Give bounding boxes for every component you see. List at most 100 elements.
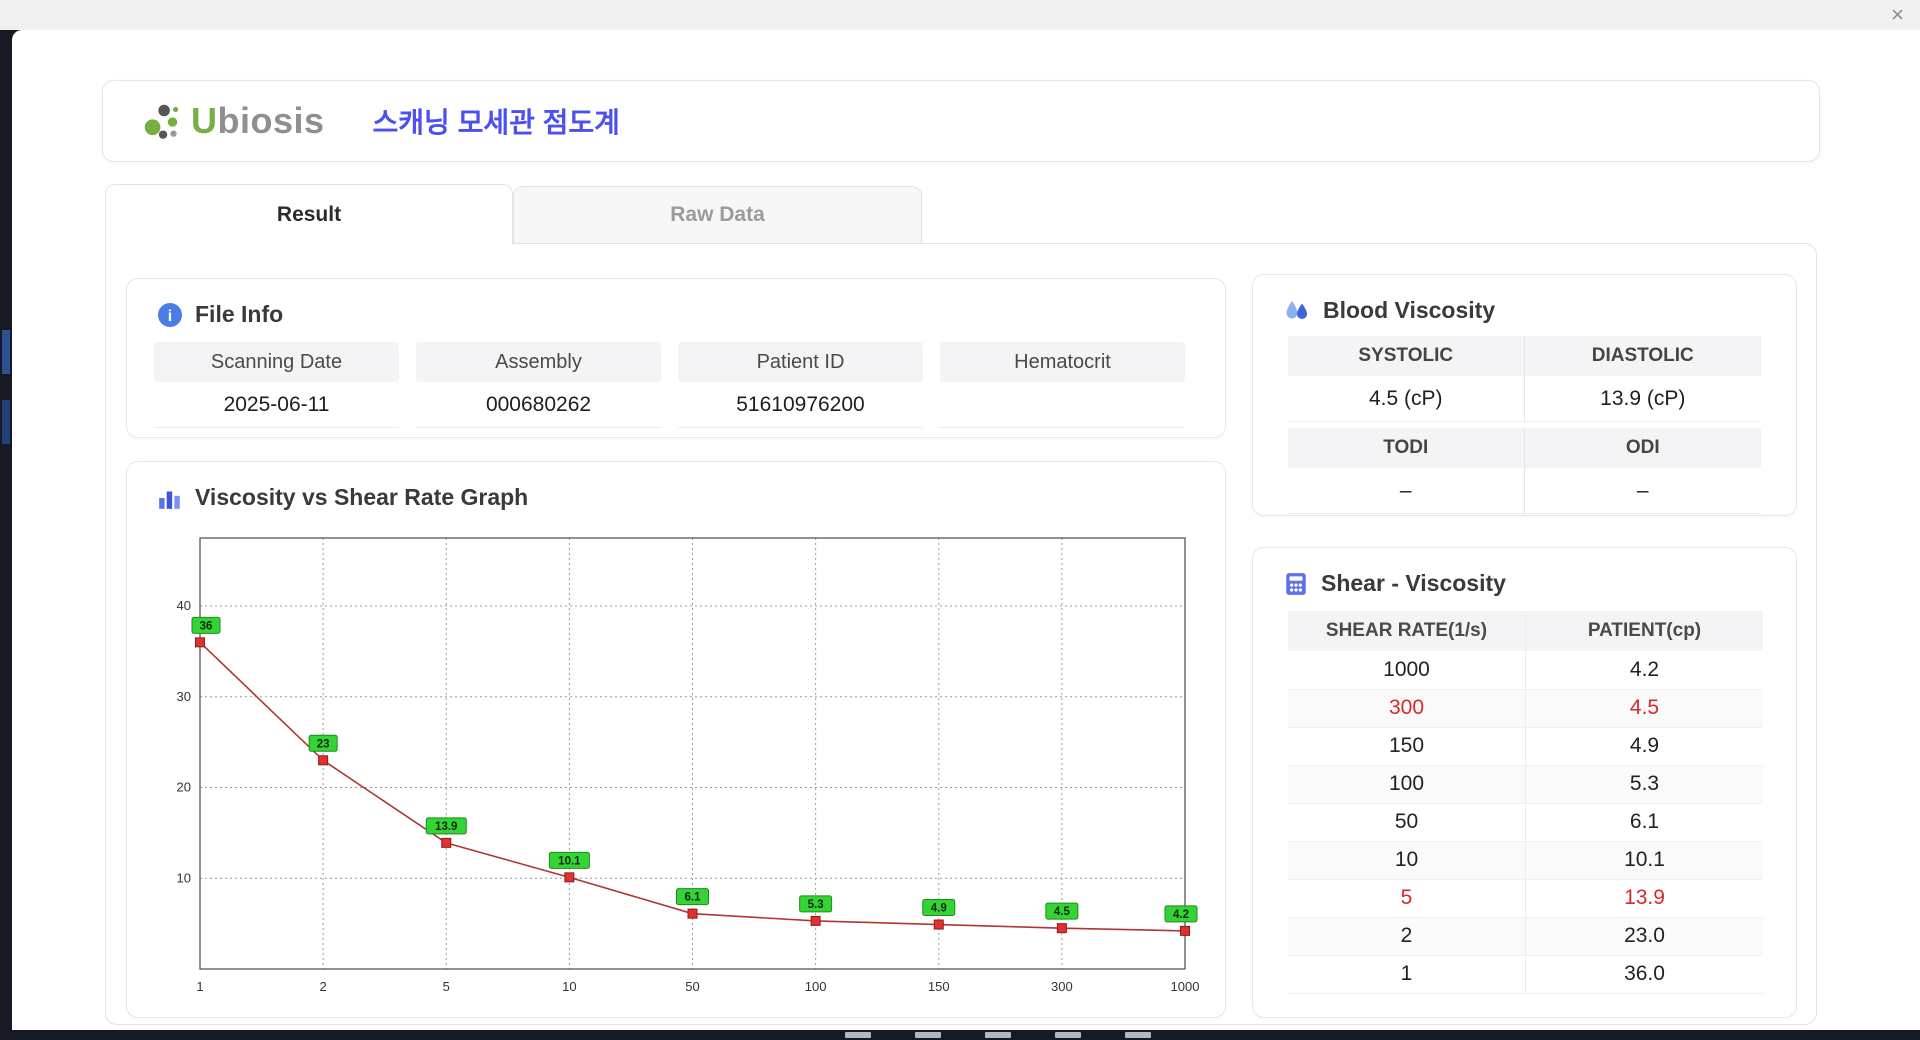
shear-rate-cell: 5 [1288, 879, 1526, 918]
shear-rate-cell: 2 [1288, 917, 1526, 956]
svg-text:10: 10 [562, 979, 576, 994]
todi-value: – [1288, 468, 1525, 514]
svg-text:6.1: 6.1 [685, 892, 702, 904]
field-scanning-date: Scanning Date 2025-06-11 [154, 342, 399, 428]
patient-viscosity-cell: 4.9 [1525, 727, 1763, 766]
field-patient-id: Patient ID 51610976200 [678, 342, 923, 428]
shear-table-row: 300 4.5 [1288, 689, 1763, 728]
shear-rate-cell: 150 [1288, 727, 1526, 766]
app-header: Ubiosis 스캐닝 모세관 점도계 [102, 80, 1820, 162]
bar-chart-icon [159, 491, 180, 509]
calculator-icon [1286, 572, 1306, 595]
shear-rate-cell: 10 [1288, 841, 1526, 880]
patient-viscosity-cell: 4.5 [1525, 689, 1763, 728]
svg-text:30: 30 [177, 689, 191, 704]
patient-viscosity-cell: 36.0 [1525, 955, 1763, 994]
shear-table-row: 2 23.0 [1288, 917, 1763, 956]
graph-title: Viscosity vs Shear Rate Graph [195, 484, 529, 510]
file-info-title: File Info [195, 301, 284, 327]
field-value: 000680262 [416, 382, 661, 428]
ubiosis-logo: Ubiosis [141, 100, 325, 142]
svg-text:2: 2 [320, 979, 327, 994]
taskbar-item [1055, 1032, 1081, 1038]
tab-result[interactable]: Result [105, 184, 513, 244]
logo-wordmark: Ubiosis [191, 100, 325, 141]
svg-text:40: 40 [177, 598, 191, 613]
field-hematocrit: Hematocrit [940, 342, 1185, 428]
svg-text:10.1: 10.1 [558, 855, 581, 867]
shear-rate-cell: 1000 [1288, 651, 1526, 690]
shear-rate-cell: 100 [1288, 765, 1526, 804]
svg-text:1000: 1000 [1171, 979, 1199, 994]
viscosity-graph-card: Viscosity vs Shear Rate Graph 10 20 30 40 1 2… [126, 461, 1226, 1018]
svg-text:4.5: 4.5 [1054, 906, 1071, 918]
taskbar-item [915, 1032, 941, 1038]
shear-table-row: 50 6.1 [1288, 803, 1763, 842]
svg-text:i: i [168, 308, 172, 325]
svg-text:36: 36 [200, 620, 213, 632]
patient-viscosity-cell: 13.9 [1525, 879, 1763, 918]
patient-viscosity-cell: 10.1 [1525, 841, 1763, 880]
window-title-strip: × [0, 0, 1920, 30]
field-label: Patient ID [678, 342, 923, 382]
svg-text:10: 10 [177, 870, 191, 885]
field-assembly: Assembly 000680262 [416, 342, 661, 428]
patient-viscosity-cell: 6.1 [1525, 803, 1763, 842]
svg-text:5: 5 [443, 979, 450, 994]
shear-table-row: 150 4.9 [1288, 727, 1763, 766]
shear-table-row: 1000 4.2 [1288, 651, 1763, 690]
systolic-label: SYSTOLIC [1288, 336, 1525, 376]
svg-text:100: 100 [805, 979, 827, 994]
svg-text:23: 23 [317, 738, 330, 750]
info-icon: i [158, 302, 182, 327]
diastolic-value: 13.9 (cP) [1524, 376, 1761, 422]
background-edge-decoration [2, 330, 10, 374]
patient-viscosity-cell: 4.2 [1525, 651, 1763, 690]
svg-text:13.9: 13.9 [435, 821, 457, 833]
shear-rate-cell: 50 [1288, 803, 1526, 842]
shear-rate-cell: 1 [1288, 955, 1526, 994]
odi-value: – [1524, 468, 1761, 514]
shear-viscosity-card: Shear - Viscosity SHEAR RATE(1/s) PATIEN… [1252, 547, 1797, 1018]
svg-text:50: 50 [685, 979, 699, 994]
close-icon[interactable]: × [1891, 2, 1904, 28]
field-value: 51610976200 [678, 382, 923, 428]
odi-label: ODI [1524, 428, 1761, 468]
svg-text:5.3: 5.3 [808, 899, 824, 911]
shear-viscosity-title: Shear - Viscosity [1321, 570, 1506, 596]
viscosity-shear-chart: 10 20 30 40 1 2 5 10 50 100 150 300 1000 36 23 13.9 10.1… [177, 537, 1199, 994]
patient-viscosity-cell: 23.0 [1525, 917, 1763, 956]
shear-table-row: 10 10.1 [1288, 841, 1763, 880]
svg-text:300: 300 [1051, 979, 1073, 994]
tab-raw-data[interactable]: Raw Data [513, 186, 922, 243]
patient-column-header: PATIENT(cp) [1525, 611, 1763, 651]
taskbar-item [985, 1032, 1011, 1038]
result-panel: i File Info Scanning Date 2025-06-11 Ass… [105, 243, 1817, 1025]
shear-table-row: 5 13.9 [1288, 879, 1763, 918]
droplets-icon [1286, 300, 1307, 319]
svg-text:4.9: 4.9 [931, 903, 947, 915]
field-value [940, 382, 1185, 428]
systolic-value: 4.5 (cP) [1288, 376, 1525, 422]
shear-table-row: 100 5.3 [1288, 765, 1763, 804]
svg-text:1: 1 [196, 979, 203, 994]
taskbar-item [1125, 1032, 1151, 1038]
svg-text:4.2: 4.2 [1173, 909, 1189, 921]
field-label: Hematocrit [940, 342, 1185, 382]
blood-viscosity-card: Blood Viscosity SYSTOLIC DIASTOLIC 4.5 (… [1252, 274, 1797, 516]
svg-text:150: 150 [928, 979, 950, 994]
app-window: Ubiosis 스캐닝 모세관 점도계 Result Raw Data i Fi… [12, 30, 1920, 1030]
background-edge-decoration [2, 400, 10, 444]
shear-viscosity-table: SHEAR RATE(1/s) PATIENT(cp) 1000 4.2 300 4.… [1288, 611, 1763, 994]
field-label: Scanning Date [154, 342, 399, 382]
file-info-card: i File Info Scanning Date 2025-06-11 Ass… [126, 278, 1226, 438]
field-value: 2025-06-11 [154, 382, 399, 428]
ubiosis-logo-icon [144, 104, 179, 139]
todi-label: TODI [1288, 428, 1525, 468]
shear-rate-column-header: SHEAR RATE(1/s) [1288, 611, 1526, 651]
diastolic-label: DIASTOLIC [1524, 336, 1761, 376]
patient-viscosity-cell: 5.3 [1525, 765, 1763, 804]
page-title: 스캐닝 모세관 점도계 [372, 107, 620, 138]
field-label: Assembly [416, 342, 661, 382]
taskbar-item [845, 1032, 871, 1038]
